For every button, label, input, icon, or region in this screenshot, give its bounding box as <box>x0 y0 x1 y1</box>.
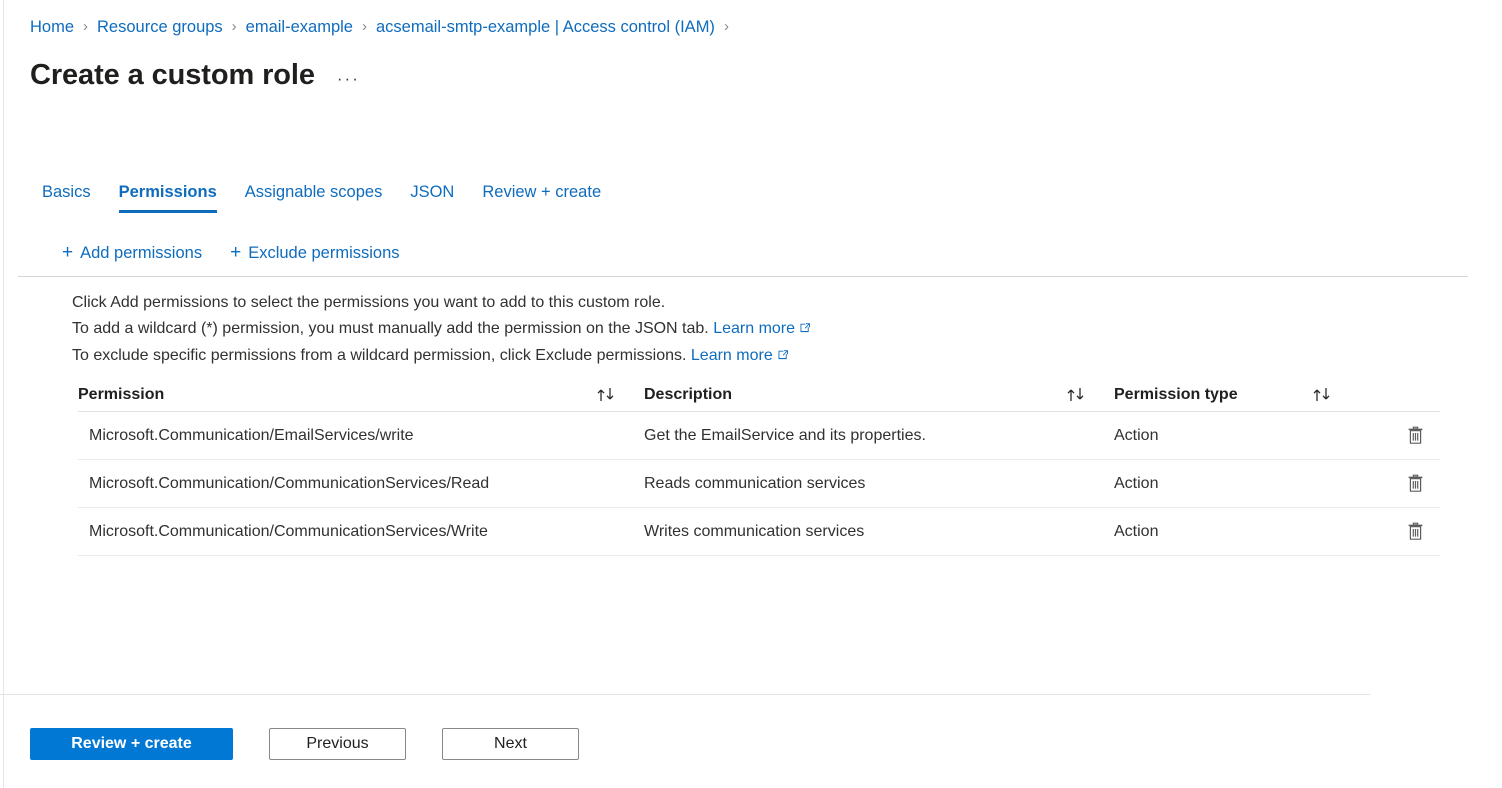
learn-more-label: Learn more <box>690 347 773 364</box>
table-row[interactable]: Microsoft.Communication/EmailServices/wr… <box>78 412 1440 460</box>
command-bar: + Add permissions + Exclude permissions <box>62 238 428 268</box>
table-header-row: Permission Description Permission type <box>78 378 1440 412</box>
breadcrumb-item-home[interactable]: Home <box>30 16 74 38</box>
cell-description: Get the EmailService and its properties. <box>644 426 926 444</box>
column-header-permission-type-label: Permission type <box>1114 385 1238 403</box>
instructions-block: Click Add permissions to select the perm… <box>72 290 811 370</box>
cell-permission-type: Action <box>1114 426 1159 444</box>
learn-more-link-exclude[interactable]: Learn more <box>691 347 789 364</box>
breadcrumb-separator-icon: › <box>231 18 237 35</box>
cell-description: Reads communication services <box>644 474 866 492</box>
plus-icon: + <box>230 242 242 263</box>
tab-json[interactable]: JSON <box>396 180 468 204</box>
next-button[interactable]: Next <box>442 728 579 760</box>
instruction-line-1: Click Add permissions to select the perm… <box>72 294 666 311</box>
review-create-button[interactable]: Review + create <box>30 728 233 760</box>
wizard-footer: Review + create Previous Next <box>30 728 579 760</box>
instruction-line-3: To exclude specific permissions from a w… <box>72 343 811 370</box>
breadcrumb-item-email-example[interactable]: email-example <box>246 16 353 38</box>
previous-button[interactable]: Previous <box>269 728 406 760</box>
learn-more-label: Learn more <box>713 320 796 337</box>
column-header-permission-label: Permission <box>78 385 165 403</box>
cell-permission-type: Action <box>1114 474 1159 492</box>
footer-divider <box>0 694 1370 695</box>
delete-icon[interactable] <box>1402 423 1428 449</box>
cell-permission-type: Action <box>1114 522 1159 540</box>
exclude-permissions-button[interactable]: + Exclude permissions <box>230 242 400 263</box>
exclude-permissions-label: Exclude permissions <box>248 243 400 262</box>
tab-basics[interactable]: Basics <box>30 180 105 204</box>
breadcrumb-separator-icon: › <box>83 18 89 35</box>
more-options-icon[interactable]: ··· <box>337 70 360 87</box>
breadcrumb: Home › Resource groups › email-example ›… <box>30 16 738 38</box>
cell-description: Writes communication services <box>644 522 865 540</box>
cell-permission: Microsoft.Communication/CommunicationSer… <box>89 522 488 540</box>
sort-icon[interactable] <box>596 387 644 402</box>
column-header-description-label: Description <box>644 385 733 403</box>
sort-icon[interactable] <box>1312 387 1360 402</box>
breadcrumb-item-access-control[interactable]: acsemail-smtp-example | Access control (… <box>376 16 715 38</box>
instruction-line-2-text: To add a wildcard (*) permission, you mu… <box>72 320 709 337</box>
tab-review-create[interactable]: Review + create <box>468 180 615 204</box>
cell-actions <box>1360 471 1440 497</box>
tab-assignable-scopes[interactable]: Assignable scopes <box>231 180 397 204</box>
add-permissions-button[interactable]: + Add permissions <box>62 242 203 263</box>
breadcrumb-separator-icon: › <box>723 18 729 35</box>
cell-actions <box>1360 519 1440 545</box>
breadcrumb-item-resource-groups[interactable]: Resource groups <box>97 16 223 38</box>
page-title-row: Create a custom role ··· <box>30 56 360 94</box>
table-row[interactable]: Microsoft.Communication/CommunicationSer… <box>78 508 1440 556</box>
cell-permission: Microsoft.Communication/CommunicationSer… <box>89 474 490 492</box>
tab-permissions[interactable]: Permissions <box>105 180 231 213</box>
permissions-table: Permission Description Permission type M… <box>78 378 1440 556</box>
wizard-tabs: Basics Permissions Assignable scopes JSO… <box>30 180 615 218</box>
command-bar-divider <box>18 276 1468 277</box>
plus-icon: + <box>62 242 74 263</box>
sort-icon[interactable] <box>1066 387 1114 402</box>
cell-actions <box>1360 423 1440 449</box>
column-header-permission-type: Permission type <box>1114 386 1360 404</box>
learn-more-link-wildcard[interactable]: Learn more <box>713 320 811 337</box>
external-link-icon <box>799 317 811 343</box>
column-header-description: Description <box>644 386 1114 404</box>
cell-permission: Microsoft.Communication/EmailServices/wr… <box>89 426 414 444</box>
instruction-line-3-text: To exclude specific permissions from a w… <box>72 347 687 364</box>
delete-icon[interactable] <box>1402 471 1428 497</box>
table-row[interactable]: Microsoft.Communication/CommunicationSer… <box>78 460 1440 508</box>
breadcrumb-separator-icon: › <box>361 18 367 35</box>
external-link-icon <box>777 344 789 370</box>
delete-icon[interactable] <box>1402 519 1428 545</box>
add-permissions-label: Add permissions <box>80 243 203 262</box>
page-title: Create a custom role <box>30 59 315 91</box>
create-custom-role-blade: Home › Resource groups › email-example ›… <box>0 0 1502 788</box>
column-header-permission: Permission <box>78 386 644 404</box>
instruction-line-2: To add a wildcard (*) permission, you mu… <box>72 316 811 343</box>
